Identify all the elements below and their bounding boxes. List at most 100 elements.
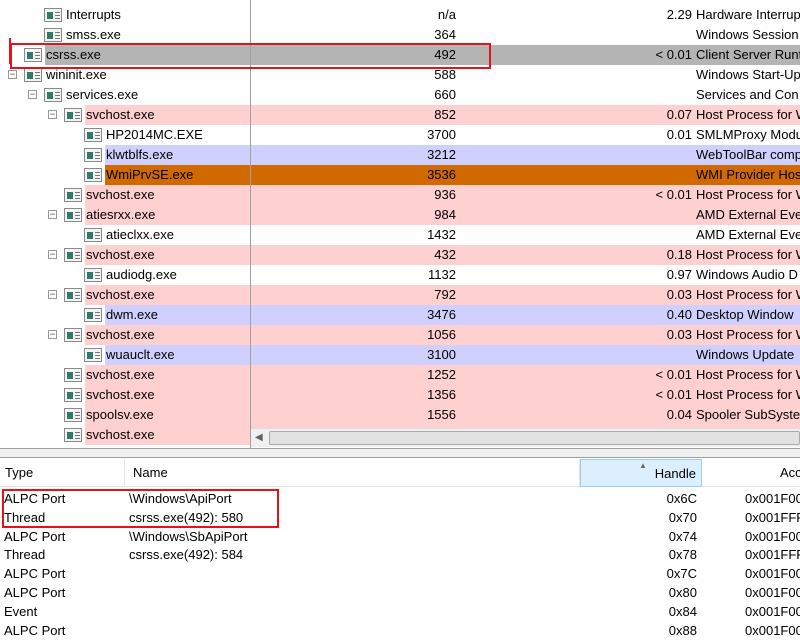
process-name-cell: − svchost.exe (0, 105, 250, 125)
collapse-icon[interactable]: − (8, 70, 17, 79)
process-pid: 3536 (427, 167, 456, 182)
process-name-cell: − svchost.exe (0, 325, 250, 345)
column-header-name[interactable]: Name (125, 459, 580, 487)
handle-row[interactable]: ALPC Port 0x80 0x001F00 (0, 583, 800, 602)
process-description: Host Process for W (696, 287, 800, 302)
handle-row[interactable]: Thread csrss.exe(492): 584 0x78 0x001FFF (0, 545, 800, 564)
process-row[interactable]: smss.exe 364 Windows Session Manager (0, 25, 800, 45)
process-cpu: 0.07 (666, 107, 692, 122)
process-pid: 1132 (428, 267, 456, 282)
process-window-icon (84, 168, 102, 182)
process-row[interactable]: − svchost.exe 432 0.18 Host Process for … (0, 245, 800, 265)
process-row[interactable]: svchost.exe 1252 < 0.01 Host Process for… (0, 365, 800, 385)
handle-name: csrss.exe(492): 584 (129, 547, 244, 563)
process-pid: 3476 (427, 307, 456, 322)
process-name-cell: − svchost.exe (0, 245, 250, 265)
handle-value: 0x6C (666, 491, 697, 506)
handle-row[interactable]: Event 0x84 0x001F00 (0, 602, 800, 621)
process-name: smss.exe (65, 25, 250, 45)
process-row[interactable]: svchost.exe 1356 < 0.01 Host Process for… (0, 385, 800, 405)
process-row[interactable]: − svchost.exe 852 0.07 Host Process for … (0, 105, 800, 125)
handle-value: 0x74 (668, 528, 697, 544)
collapse-icon[interactable]: − (28, 90, 37, 99)
process-description: Desktop Window (696, 307, 794, 322)
pane-splitter[interactable] (0, 448, 800, 458)
process-window-icon (84, 148, 102, 162)
handle-type: ALPC Port (4, 528, 66, 544)
process-description: Host Process for W (696, 387, 800, 402)
handle-access: 0x001FFF (745, 509, 800, 525)
process-row[interactable]: audiodg.exe 1132 0.97 Windows Audio D (0, 265, 800, 285)
process-cpu: 0.03 (666, 327, 692, 342)
process-name-cell: − atiesrxx.exe (0, 205, 250, 225)
process-cpu (600, 145, 692, 165)
process-row[interactable]: HP2014MC.EXE 3700 0.01 SMLMProxy Modu (0, 125, 800, 145)
handle-value: 0x78 (668, 547, 697, 563)
process-name-cell: dwm.exe (0, 305, 250, 325)
process-description: Client Server Runtime (696, 47, 800, 62)
handle-row[interactable]: ALPC Port 0x7C 0x001F00 (0, 564, 800, 583)
process-row[interactable]: klwtblfs.exe 3212 WebToolBar comp (0, 145, 800, 165)
process-pid: 3100 (427, 347, 456, 362)
process-window-icon (44, 8, 62, 22)
process-name: wuauclt.exe (105, 345, 250, 365)
handle-value: 0x80 (668, 585, 697, 600)
process-row[interactable]: svchost.exe 936 < 0.01 Host Process for … (0, 185, 800, 205)
handle-access: 0x001F00 (745, 566, 800, 582)
handles-header: Type Name ▲ Handle Acc (0, 459, 800, 487)
process-window-icon (84, 268, 102, 282)
scrollbar-thumb[interactable] (269, 431, 800, 445)
handle-value: 0x84 (668, 603, 697, 619)
process-pid: 1056 (427, 327, 456, 342)
process-name: spoolsv.exe (85, 405, 250, 425)
process-pid: 1356 (427, 387, 456, 402)
process-name: svchost.exe (85, 285, 250, 305)
process-name: audiodg.exe (105, 265, 250, 285)
handle-access: 0x001F00 (745, 491, 800, 506)
process-name-cell: spoolsv.exe (0, 405, 250, 425)
column-header-access[interactable]: Acc (702, 459, 800, 487)
process-pid: 792 (434, 287, 456, 302)
process-row[interactable]: Interrupts n/a 2.29 Hardware Interrupts (0, 5, 800, 25)
process-row[interactable]: WmiPrvSE.exe 3536 WMI Provider Hos (0, 165, 800, 185)
process-cpu: 0.97 (666, 267, 692, 282)
process-cpu: < 0.01 (655, 47, 692, 62)
process-description: Spooler SubSyste (696, 407, 800, 422)
process-name-cell: WmiPrvSE.exe (0, 165, 250, 185)
handle-row[interactable]: ALPC Port 0x88 0x001F00 (0, 621, 800, 640)
collapse-icon[interactable]: − (48, 110, 57, 119)
column-header-type[interactable]: Type (0, 459, 125, 487)
process-window-icon (64, 248, 82, 262)
process-window-icon (64, 208, 82, 222)
process-cpu: 0.01 (666, 127, 692, 142)
process-window-icon (64, 368, 82, 382)
process-cpu: 0.40 (666, 307, 692, 322)
process-row[interactable]: − atiesrxx.exe 984 AMD External Eve (0, 205, 800, 225)
process-pid: 432 (434, 247, 456, 262)
process-row[interactable]: − svchost.exe 1056 0.03 Host Process for… (0, 325, 800, 345)
process-cpu: 2.29 (666, 7, 692, 22)
process-cpu (600, 225, 692, 245)
process-window-icon (64, 288, 82, 302)
process-row[interactable]: atieclxx.exe 1432 AMD External Eve (0, 225, 800, 245)
process-row[interactable]: − svchost.exe 792 0.03 Host Process for … (0, 285, 800, 305)
process-window-icon (84, 348, 102, 362)
collapse-icon[interactable]: − (48, 250, 57, 259)
handle-row[interactable]: ALPC Port \Windows\SbApiPort 0x74 0x001F… (0, 527, 800, 546)
annotation-box-handles (2, 489, 279, 528)
scroll-left-icon[interactable]: ◀ (255, 432, 263, 443)
process-cpu (600, 85, 692, 105)
horizontal-scrollbar[interactable]: ◀ (251, 428, 800, 447)
process-description: Windows Start-Up (696, 67, 800, 82)
process-window-icon (84, 228, 102, 242)
collapse-icon[interactable]: − (48, 330, 57, 339)
column-header-handle[interactable]: ▲ Handle (580, 459, 702, 487)
process-row[interactable]: spoolsv.exe 1556 0.04 Spooler SubSyste (0, 405, 800, 425)
process-row[interactable]: wuauclt.exe 3100 Windows Update (0, 345, 800, 365)
process-row[interactable]: − services.exe 660 Services and Con (0, 85, 800, 105)
process-cpu: 0.04 (666, 407, 692, 422)
collapse-icon[interactable]: − (48, 210, 57, 219)
process-name-cell: audiodg.exe (0, 265, 250, 285)
process-row[interactable]: dwm.exe 3476 0.40 Desktop Window (0, 305, 800, 325)
collapse-icon[interactable]: − (48, 290, 57, 299)
